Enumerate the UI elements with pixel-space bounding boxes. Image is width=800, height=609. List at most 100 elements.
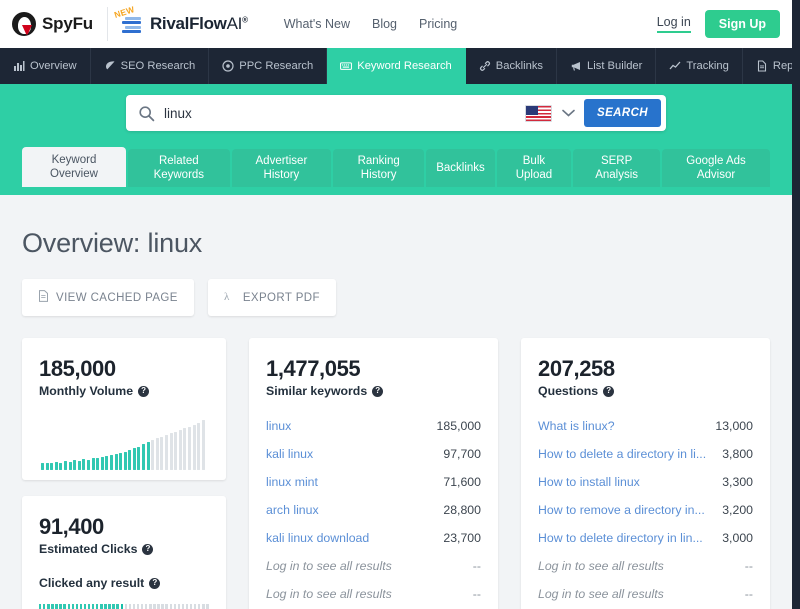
label-text: Monthly Volume	[39, 384, 134, 398]
keyword-link[interactable]: linux mint	[266, 475, 318, 489]
nav-pricing[interactable]: Pricing	[419, 17, 457, 31]
keyword-link[interactable]: How to remove a directory in...	[538, 503, 705, 517]
keyword-row: Log in to see all results --	[266, 580, 481, 608]
gauge-tick	[112, 604, 115, 609]
gauge-tick	[149, 604, 152, 609]
nav-item-ppc-research[interactable]: PPC Research	[209, 48, 328, 84]
tab-advertiser-history[interactable]: Advertiser History	[231, 149, 332, 187]
document-icon	[756, 60, 768, 72]
gauge-tick	[132, 604, 136, 609]
gauge-tick	[47, 604, 50, 609]
nav-label: Keyword Research	[357, 60, 452, 72]
nav-item-overview[interactable]: Overview	[0, 48, 91, 84]
keyword-link[interactable]: linux	[266, 419, 291, 433]
nav-blog[interactable]: Blog	[372, 17, 397, 31]
monthly-volume-sparkline	[39, 418, 209, 470]
keyword-row[interactable]: arch linux 28,800	[266, 496, 481, 524]
nav-item-tracking[interactable]: Tracking	[656, 48, 743, 84]
sparkline-bar	[45, 462, 49, 470]
help-icon[interactable]: ?	[603, 385, 615, 397]
nav-item-list-builder[interactable]: List Builder	[557, 48, 657, 84]
sparkline-bar	[183, 428, 187, 470]
keyword-link[interactable]: How to delete a directory in li...	[538, 447, 706, 461]
rivalflow-logo[interactable]: NEW RivalFlowAI®	[108, 4, 248, 37]
gauge-tick	[193, 604, 197, 609]
help-icon[interactable]: ?	[138, 385, 150, 397]
keyword-link[interactable]: What is linux?	[538, 419, 615, 433]
keyword-volume: --	[472, 559, 481, 573]
tab-label: Keyword Overview	[50, 154, 98, 180]
help-icon[interactable]: ?	[372, 385, 384, 397]
tab-ranking-history[interactable]: Ranking History	[333, 149, 425, 187]
overview-cards: 185,000 Monthly Volume ? 91,400 Estimate…	[22, 338, 770, 609]
keyword-row[interactable]: How to remove a directory in... 3,200	[538, 496, 753, 524]
clicked-any-result-gauge	[39, 602, 209, 609]
keyword-row[interactable]: linux mint 71,600	[266, 468, 481, 496]
gauge-tick	[202, 604, 205, 609]
main-content: Overview: linux VIEW CACHED PAGE λ EXPOR…	[0, 195, 792, 609]
keyword-row[interactable]: linux 185,000	[266, 412, 481, 440]
sparkline-bar	[169, 433, 173, 470]
keyword-link[interactable]: kali linux download	[266, 531, 369, 545]
keyword-link[interactable]: How to install linux	[538, 475, 640, 489]
gauge-tick	[87, 604, 91, 609]
tab-backlinks[interactable]: Backlinks	[426, 149, 495, 187]
signup-button[interactable]: Sign Up	[704, 10, 780, 38]
keyboard-icon	[340, 60, 353, 72]
search-button[interactable]: SEARCH	[584, 99, 661, 127]
tab-keyword-overview[interactable]: Keyword Overview	[22, 147, 126, 187]
sparkline-bar	[137, 446, 141, 470]
view-cached-page-button[interactable]: VIEW CACHED PAGE	[22, 279, 194, 316]
gauge-tick	[189, 604, 193, 609]
sparkline-bar	[100, 456, 104, 470]
gauge-tick	[153, 604, 156, 609]
gauge-tick	[104, 604, 107, 609]
tab-bulk-upload[interactable]: Bulk Upload	[496, 149, 572, 187]
page-title: Overview: linux	[22, 228, 203, 258]
nav-item-backlinks[interactable]: Backlinks	[466, 48, 558, 84]
help-icon[interactable]: ?	[149, 577, 161, 589]
tab-label: Bulk Upload	[515, 155, 553, 181]
nav-whats-new[interactable]: What's New	[284, 17, 350, 31]
tab-google-ads-advisor[interactable]: Google Ads Advisor	[662, 149, 770, 187]
keyword-row[interactable]: How to install linux 3,300	[538, 468, 753, 496]
keyword-volume: 3,300	[722, 475, 753, 489]
button-label: VIEW CACHED PAGE	[56, 291, 178, 304]
keyword-row[interactable]: What is linux? 13,000	[538, 412, 753, 440]
sparkline-bar	[68, 461, 72, 470]
search-band: SEARCH	[0, 84, 792, 142]
keyword-row[interactable]: kali linux 97,700	[266, 440, 481, 468]
nav-item-keyword-research[interactable]: Keyword Research	[327, 48, 466, 84]
keyword-link: Log in to see all results	[538, 559, 664, 573]
megaphone-icon	[570, 60, 582, 72]
questions-value: 207,258	[538, 356, 615, 381]
nav-item-seo-research[interactable]: SEO Research	[91, 48, 210, 84]
export-pdf-button[interactable]: λ EXPORT PDF	[207, 279, 336, 316]
tab-serp-analysis[interactable]: SERP Analysis	[573, 149, 661, 187]
spyfu-logo[interactable]: SpyFu	[12, 12, 107, 36]
search-input[interactable]	[155, 105, 526, 121]
keyword-volume: 23,700	[443, 531, 481, 545]
keyword-row[interactable]: kali linux download 23,700	[266, 524, 481, 552]
keyword-volume: 185,000	[436, 419, 481, 433]
keyword-row: Log in to see all results --	[266, 552, 481, 580]
leaf-icon	[104, 60, 116, 72]
link-icon	[479, 60, 491, 72]
app-viewport: SpyFu NEW RivalFlowAI® What's New Blog P…	[0, 0, 800, 609]
keyword-link[interactable]: kali linux	[266, 447, 313, 461]
keyword-link[interactable]: How to delete directory in lin...	[538, 531, 703, 545]
sparkline-bar	[155, 438, 159, 470]
keyword-volume: 3,200	[722, 503, 753, 517]
tab-related-keywords[interactable]: Related Keywords	[127, 149, 230, 187]
label-text: Clicked any result	[39, 576, 145, 590]
keyword-row[interactable]: How to delete directory in lin... 3,000	[538, 524, 753, 552]
label-text: Estimated Clicks	[39, 542, 138, 556]
clicked-any-result-label: Clicked any result ?	[39, 576, 209, 590]
window-frame-right	[792, 0, 800, 609]
keyword-row[interactable]: How to delete a directory in li... 3,800	[538, 440, 753, 468]
help-icon[interactable]: ?	[142, 543, 154, 555]
keyword-link[interactable]: arch linux	[266, 503, 319, 517]
login-link[interactable]: Log in	[656, 15, 691, 33]
chevron-down-icon[interactable]	[562, 104, 575, 122]
country-flag-icon[interactable]	[525, 104, 553, 122]
